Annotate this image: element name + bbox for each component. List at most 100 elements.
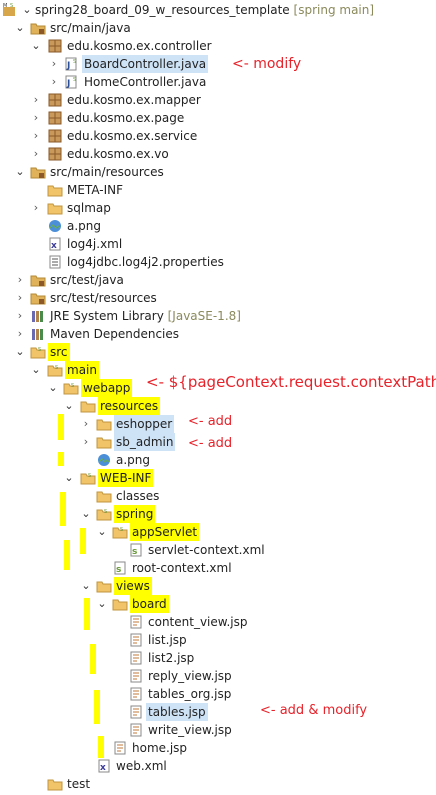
tree-label[interactable]: sb_admin xyxy=(114,433,176,451)
tree-label[interactable]: tables.jsp xyxy=(146,703,208,721)
tree-label[interactable]: webapp xyxy=(81,379,133,397)
tree-label[interactable]: JRE System Library [JavaSE-1.8] xyxy=(48,307,243,325)
tree-row-home-controller[interactable]: › JS HomeController.java xyxy=(0,73,436,91)
tree-label[interactable]: src xyxy=(48,343,70,361)
tree-label[interactable]: edu.kosmo.ex.mapper xyxy=(65,91,203,109)
tree-label[interactable]: servlet-context.xml xyxy=(146,541,267,559)
chevron-down-icon[interactable]: ⌄ xyxy=(21,2,33,18)
chevron-down-icon[interactable]: ⌄ xyxy=(63,398,75,414)
tree-row-servlet-context[interactable]: s servlet-context.xml xyxy=(0,541,436,559)
chevron-down-icon[interactable]: ⌄ xyxy=(30,38,42,54)
tree-label[interactable]: board xyxy=(130,595,169,613)
tree-label[interactable]: log4jdbc.log4j2.properties xyxy=(65,253,226,271)
tree-label[interactable]: classes xyxy=(114,487,161,505)
tree-label[interactable]: edu.kosmo.ex.service xyxy=(65,127,199,145)
tree-label[interactable]: src/main/java xyxy=(48,19,133,37)
tree-row-pkg-controller[interactable]: ⌄ edu.kosmo.ex.controller xyxy=(0,37,436,55)
tree-label[interactable]: META-INF xyxy=(65,181,125,199)
chevron-right-icon[interactable]: › xyxy=(30,92,42,108)
chevron-down-icon[interactable]: ⌄ xyxy=(14,344,26,360)
tree-label[interactable]: reply_view.jsp xyxy=(146,667,234,685)
chevron-down-icon[interactable]: ⌄ xyxy=(14,164,26,180)
tree-row-project[interactable]: MS ⌄ spring28_board_09_w_resources_templ… xyxy=(0,1,436,19)
tree-row-log4j-xml[interactable]: x log4j.xml xyxy=(0,235,436,253)
tree-label[interactable]: eshopper xyxy=(114,415,175,433)
chevron-down-icon[interactable]: ⌄ xyxy=(14,20,26,36)
tree-label[interactable]: log4j.xml xyxy=(65,235,124,253)
tree-row-test[interactable]: test xyxy=(0,775,436,793)
tree-row-list2[interactable]: list2.jsp xyxy=(0,649,436,667)
tree-row-content-view[interactable]: content_view.jsp xyxy=(0,613,436,631)
tree-row-jre[interactable]: › JRE System Library [JavaSE-1.8] xyxy=(0,307,436,325)
tree-label[interactable]: edu.kosmo.ex.controller xyxy=(65,37,214,55)
tree-label[interactable]: home.jsp xyxy=(130,739,189,757)
tree-label[interactable]: BoardController.java xyxy=(82,55,209,73)
tree-row-reply-view[interactable]: reply_view.jsp xyxy=(0,667,436,685)
chevron-right-icon[interactable]: › xyxy=(14,290,26,306)
tree-row-log4jdbc[interactable]: log4jdbc.log4j2.properties xyxy=(0,253,436,271)
chevron-right-icon[interactable]: › xyxy=(14,326,26,342)
chevron-down-icon[interactable]: ⌄ xyxy=(47,380,59,396)
tree-label[interactable]: content_view.jsp xyxy=(146,613,250,631)
tree-label[interactable]: write_view.jsp xyxy=(146,721,234,739)
chevron-right-icon[interactable]: › xyxy=(14,308,26,324)
tree-row-write-view[interactable]: write_view.jsp xyxy=(0,721,436,739)
tree-label[interactable]: spring xyxy=(114,505,156,523)
tree-row-views[interactable]: ⌄ views xyxy=(0,577,436,595)
tree-row-web-xml[interactable]: x web.xml xyxy=(0,757,436,775)
tree-label[interactable]: list.jsp xyxy=(146,631,189,649)
tree-label[interactable]: src/test/resources xyxy=(48,289,159,307)
tree-label[interactable]: sqlmap xyxy=(65,199,113,217)
tree-row-board-controller[interactable]: › JS BoardController.java xyxy=(0,55,436,73)
chevron-right-icon[interactable]: › xyxy=(48,56,60,72)
tree-label[interactable]: a.png xyxy=(65,217,103,235)
tree-label[interactable]: tables_org.jsp xyxy=(146,685,233,703)
tree-row-tables[interactable]: tables.jsp xyxy=(0,703,436,721)
tree-row-app-servlet[interactable]: ⌄ S appServlet xyxy=(0,523,436,541)
chevron-right-icon[interactable]: › xyxy=(30,146,42,162)
chevron-down-icon[interactable]: ⌄ xyxy=(96,524,108,540)
tree-label[interactable]: WEB-INF xyxy=(98,469,154,487)
chevron-down-icon[interactable]: ⌄ xyxy=(63,470,75,486)
tree-label[interactable]: src/main/resources xyxy=(48,163,166,181)
chevron-down-icon[interactable]: ⌄ xyxy=(96,596,108,612)
chevron-right-icon[interactable]: › xyxy=(30,200,42,216)
tree-label[interactable]: a.png xyxy=(114,451,152,469)
chevron-right-icon[interactable]: › xyxy=(80,416,92,432)
chevron-right-icon[interactable]: › xyxy=(14,272,26,288)
tree-row-src-main-resources[interactable]: ⌄ src/main/resources xyxy=(0,163,436,181)
tree-label[interactable]: main xyxy=(65,361,99,379)
tree-row-src-test-java[interactable]: › src/test/java xyxy=(0,271,436,289)
tree-label[interactable]: HomeController.java xyxy=(82,73,208,91)
tree-row-board[interactable]: ⌄ board xyxy=(0,595,436,613)
tree-row-root-context[interactable]: s root-context.xml xyxy=(0,559,436,577)
tree-row-pkg-page[interactable]: › edu.kosmo.ex.page xyxy=(0,109,436,127)
tree-label[interactable]: web.xml xyxy=(114,757,169,775)
tree-row-meta-inf[interactable]: META-INF xyxy=(0,181,436,199)
tree-row-classes[interactable]: classes xyxy=(0,487,436,505)
tree-row-src-test-resources[interactable]: › src/test/resources xyxy=(0,289,436,307)
tree-row-resources[interactable]: ⌄ resources xyxy=(0,397,436,415)
tree-row-home[interactable]: home.jsp xyxy=(0,739,436,757)
chevron-down-icon[interactable]: ⌄ xyxy=(80,506,92,522)
tree-label[interactable]: Maven Dependencies xyxy=(48,325,181,343)
project-label[interactable]: spring28_board_09_w_resources_template [… xyxy=(33,1,376,19)
chevron-down-icon[interactable]: ⌄ xyxy=(80,578,92,594)
tree-label[interactable]: root-context.xml xyxy=(130,559,234,577)
chevron-right-icon[interactable]: › xyxy=(30,110,42,126)
tree-label[interactable]: src/test/java xyxy=(48,271,126,289)
tree-label[interactable]: appServlet xyxy=(130,523,200,541)
tree-row-list[interactable]: list.jsp xyxy=(0,631,436,649)
tree-label[interactable]: resources xyxy=(98,397,161,415)
tree-row-src[interactable]: ⌄ S src xyxy=(0,343,436,361)
tree-row-a-png[interactable]: a.png xyxy=(0,217,436,235)
tree-row-src-main-java[interactable]: ⌄ src/main/java xyxy=(0,19,436,37)
tree-row-pkg-service[interactable]: › edu.kosmo.ex.service xyxy=(0,127,436,145)
tree-row-pkg-vo[interactable]: › edu.kosmo.ex.vo xyxy=(0,145,436,163)
tree-row-spring[interactable]: ⌄ S spring xyxy=(0,505,436,523)
chevron-right-icon[interactable]: › xyxy=(30,128,42,144)
tree-label[interactable]: test xyxy=(65,775,92,793)
tree-row-pkg-mapper[interactable]: › edu.kosmo.ex.mapper xyxy=(0,91,436,109)
tree-label[interactable]: views xyxy=(114,577,152,595)
tree-row-tables-org[interactable]: tables_org.jsp xyxy=(0,685,436,703)
